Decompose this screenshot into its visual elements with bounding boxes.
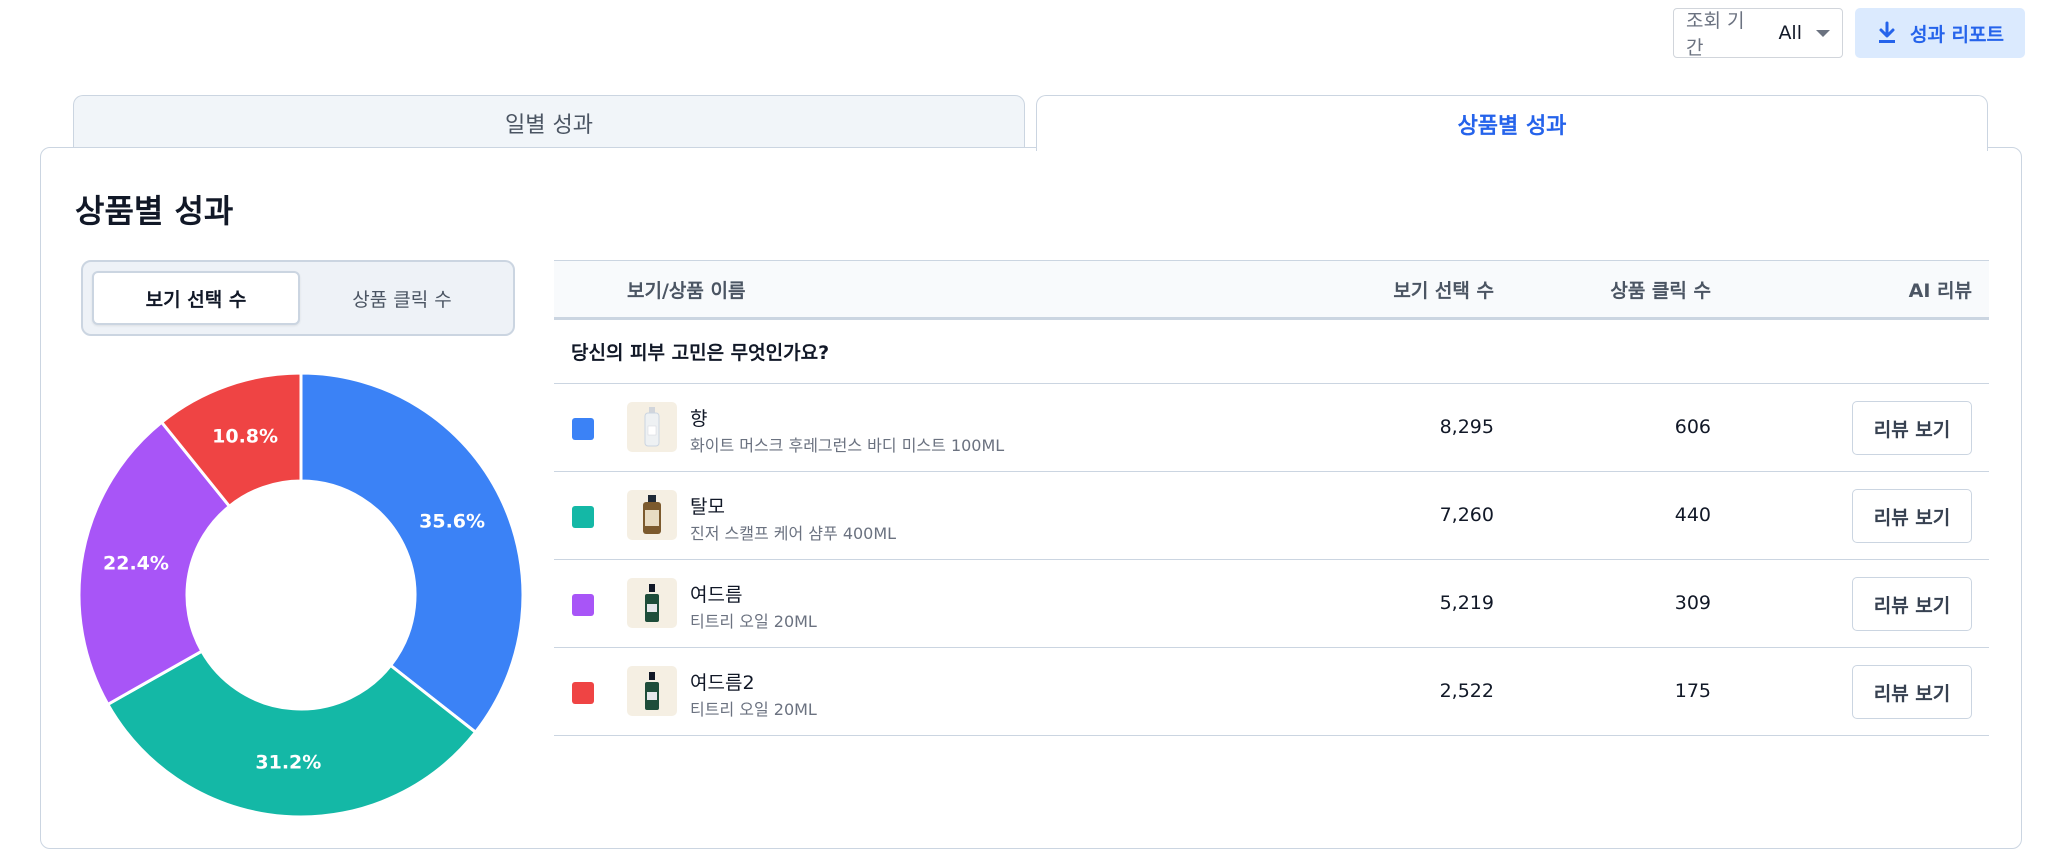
row-color-swatch bbox=[572, 682, 594, 704]
shampoo-bottle-icon bbox=[627, 490, 677, 540]
question-group-row: 당신의 피부 고민은 무엇인가요? bbox=[554, 320, 1989, 384]
metric-toggle: 보기 선택 수 상품 클릭 수 bbox=[81, 260, 515, 336]
row-color-swatch bbox=[572, 506, 594, 528]
tab-product-performance[interactable]: 상품별 성과 bbox=[1036, 95, 1988, 151]
row-clicks: 440 bbox=[1674, 504, 1711, 526]
row-views: 8,295 bbox=[1439, 416, 1494, 438]
table-row: 탈모 진저 스캘프 케어 샴푸 400ML 7,260 440 리뷰 보기 bbox=[554, 472, 1989, 560]
oil-bottle-icon bbox=[627, 666, 677, 716]
donut-slice-label-3: 10.8% bbox=[212, 426, 278, 448]
donut-slice-label-2: 22.4% bbox=[103, 553, 169, 575]
donut-slice-label-1: 31.2% bbox=[255, 752, 321, 774]
table-row: 향 화이트 머스크 후레그런스 바디 미스트 100ML 8,295 606 리… bbox=[554, 384, 1989, 472]
row-views: 7,260 bbox=[1439, 504, 1494, 526]
period-select[interactable]: 조회 기간 All bbox=[1673, 8, 1843, 59]
period-value: All bbox=[1778, 22, 1802, 44]
table-header: 보기/상품 이름 보기 선택 수 상품 클릭 수 AI 리뷰 bbox=[554, 260, 1989, 320]
period-label: 조회 기간 bbox=[1686, 10, 1745, 59]
table-row: 여드름2 티트리 오일 20ML 2,522 175 리뷰 보기 bbox=[554, 648, 1989, 736]
row-product-name: 티트리 오일 20ML bbox=[690, 700, 817, 719]
col-header-clicks: 상품 클릭 수 bbox=[1610, 279, 1711, 302]
report-button-label: 성과 리포트 bbox=[1909, 23, 2004, 46]
row-views: 2,522 bbox=[1439, 680, 1494, 702]
row-clicks: 175 bbox=[1674, 680, 1711, 702]
page-title: 상품별 성과 bbox=[75, 192, 234, 230]
donut-chart: 35.6% 31.2% 22.4% 10.8% bbox=[77, 371, 525, 819]
view-review-button[interactable]: 리뷰 보기 bbox=[1852, 401, 1972, 455]
row-category: 여드름 bbox=[690, 584, 743, 606]
toggle-product-clicks[interactable]: 상품 클릭 수 bbox=[300, 271, 504, 325]
toggle-view-selections[interactable]: 보기 선택 수 bbox=[92, 271, 300, 325]
col-header-ai-review: AI 리뷰 bbox=[1908, 279, 1972, 302]
row-color-swatch bbox=[572, 594, 594, 616]
view-review-button[interactable]: 리뷰 보기 bbox=[1852, 665, 1972, 719]
row-views: 5,219 bbox=[1439, 592, 1494, 614]
col-header-name: 보기/상품 이름 bbox=[627, 279, 746, 302]
row-product-name: 화이트 머스크 후레그런스 바디 미스트 100ML bbox=[690, 436, 1005, 455]
tab-daily-performance[interactable]: 일별 성과 bbox=[73, 95, 1025, 149]
row-category: 여드름2 bbox=[690, 672, 755, 694]
view-review-button[interactable]: 리뷰 보기 bbox=[1852, 577, 1972, 631]
product-performance-panel: 상품별 성과 보기 선택 수 상품 클릭 수 35.6% 31.2% 22.4% 10… bbox=[40, 147, 2022, 849]
row-product-name: 진저 스캘프 케어 샴푸 400ML bbox=[690, 524, 897, 543]
table-row: 여드름 티트리 오일 20ML 5,219 309 리뷰 보기 bbox=[554, 560, 1989, 648]
oil-bottle-icon bbox=[627, 578, 677, 628]
row-clicks: 606 bbox=[1674, 416, 1711, 438]
col-header-views: 보기 선택 수 bbox=[1393, 279, 1494, 302]
download-report-button[interactable]: 성과 리포트 bbox=[1855, 8, 2025, 58]
row-category: 탈모 bbox=[690, 496, 725, 518]
donut-slice-label-0: 35.6% bbox=[419, 511, 485, 533]
row-product-name: 티트리 오일 20ML bbox=[690, 612, 817, 631]
caret-down-icon bbox=[1816, 29, 1830, 37]
view-review-button[interactable]: 리뷰 보기 bbox=[1852, 489, 1972, 543]
mist-bottle-icon bbox=[627, 402, 677, 452]
product-table: 보기/상품 이름 보기 선택 수 상품 클릭 수 AI 리뷰 당신의 피부 고민… bbox=[554, 260, 1989, 736]
donut-slice-0[interactable] bbox=[299, 371, 525, 735]
row-category: 향 bbox=[690, 408, 708, 430]
download-icon bbox=[1878, 21, 1895, 43]
row-clicks: 309 bbox=[1674, 592, 1711, 614]
row-color-swatch bbox=[572, 418, 594, 440]
